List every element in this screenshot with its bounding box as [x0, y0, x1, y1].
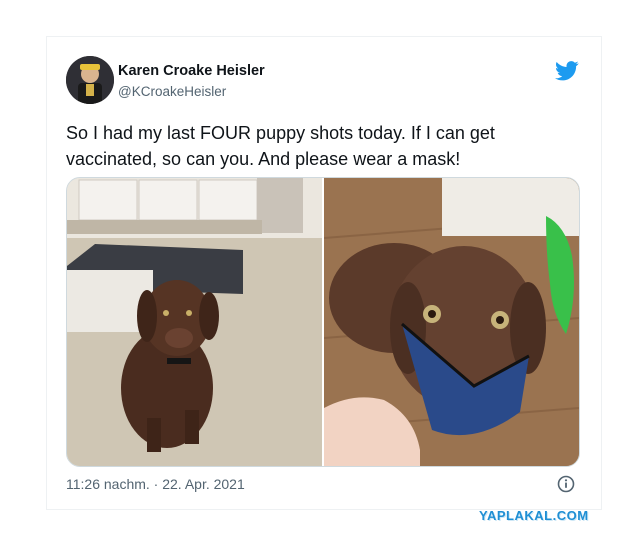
tweet-timestamp[interactable]: 11:26 nachm. · 22. Apr. 2021 — [66, 476, 245, 492]
tweet-card[interactable]: Karen Croake Heisler @KCroakeHeisler So … — [46, 36, 602, 510]
author-name[interactable]: Karen Croake Heisler — [118, 63, 265, 79]
tweet-media[interactable] — [66, 177, 580, 467]
author-handle[interactable]: @KCroakeHeisler — [118, 84, 226, 99]
photo-puppy-with-mask[interactable] — [324, 178, 579, 466]
author-avatar[interactable] — [66, 56, 114, 104]
site-watermark: YAPLAKAL.COM — [479, 508, 589, 523]
info-circle-icon[interactable] — [557, 475, 575, 493]
tweet-text: So I had my last FOUR puppy shots today.… — [66, 123, 495, 169]
twitter-bird-icon[interactable] — [555, 61, 579, 81]
photo-puppy-sitting[interactable] — [67, 178, 322, 466]
